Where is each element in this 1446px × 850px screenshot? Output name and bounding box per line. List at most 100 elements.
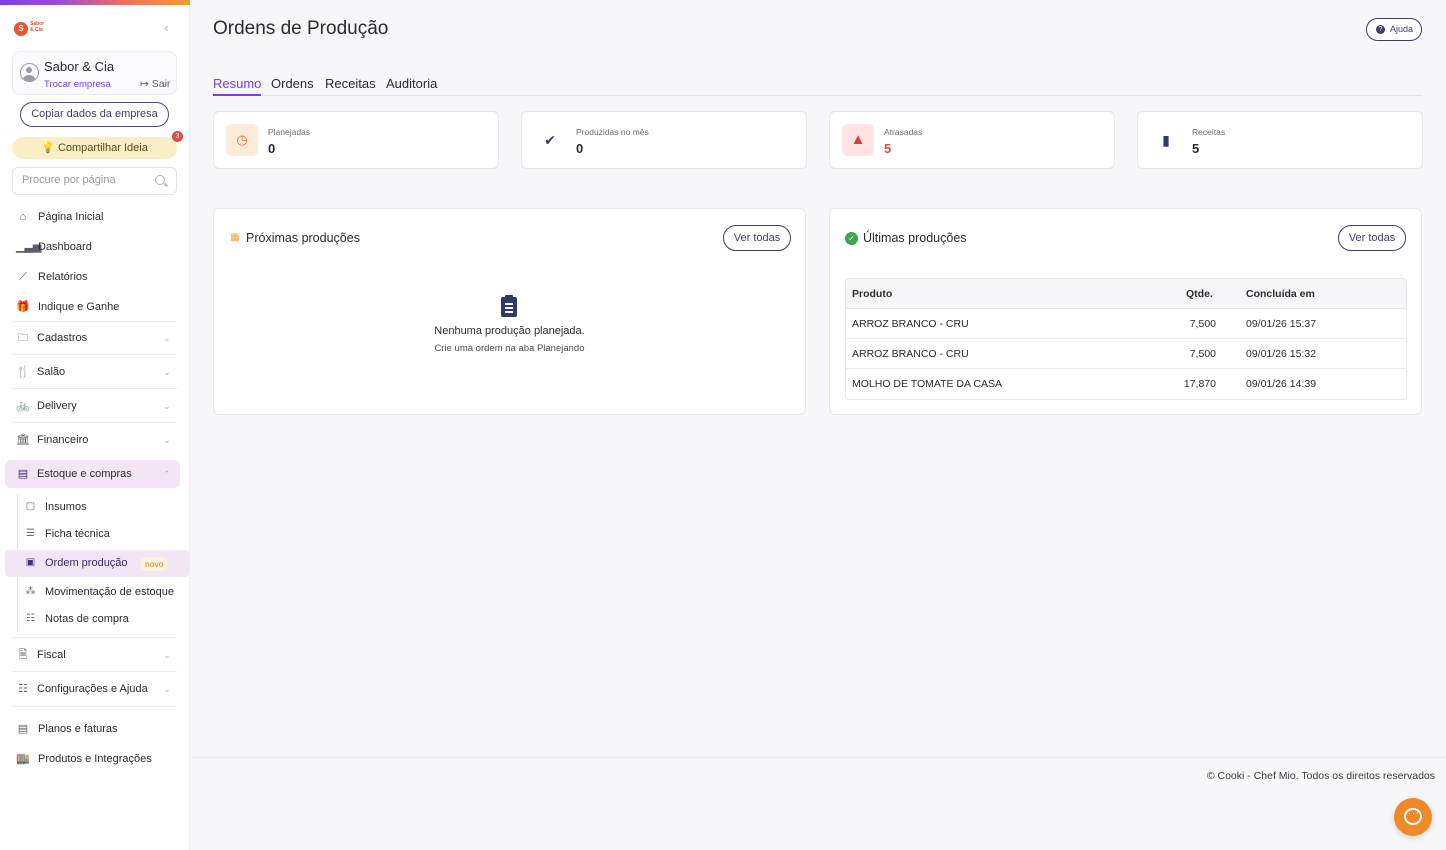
sidebar-item-products[interactable]: 🏬 Produtos e Integrações — [16, 748, 176, 770]
sidebar-item-stock[interactable]: ▤ Estoque e compras ⌃ — [16, 463, 176, 485]
warning-icon: ▲ — [842, 124, 874, 156]
logout-icon: ↦ — [140, 78, 149, 90]
book-icon: ▮ — [1150, 124, 1182, 156]
cell-qty: 7,500 — [1189, 348, 1216, 360]
stat-label: Atrasadas — [884, 127, 923, 137]
bank-icon: 🏛 — [16, 434, 30, 446]
company-logo-text: Sabor & Cia — [30, 21, 45, 33]
tab-receitas[interactable]: Receitas — [325, 76, 376, 91]
stat-label: Produzidas no mês — [576, 127, 649, 137]
chat-bubble-icon — [1404, 808, 1422, 825]
cell-date: 09/01/26 15:37 — [1246, 318, 1317, 330]
column-header-qty[interactable]: Qtde. — [1186, 288, 1236, 300]
chevron-down-icon: ⌄ — [163, 684, 171, 694]
company-card: Sabor & Cia Trocar empresa ↦ Sair — [12, 51, 177, 95]
stat-card-recipes: ▮ Receitas 5 — [1137, 111, 1423, 169]
view-all-button[interactable]: Ver todas — [1338, 225, 1406, 251]
clipboard-list-icon: ▣ — [25, 557, 36, 568]
sidebar-item-plans[interactable]: ▤ Planos e faturas — [16, 718, 176, 740]
table-row[interactable]: ARROZ BRANCO - CRU 7,500 09/01/26 15:32 — [846, 339, 1406, 369]
chevron-down-icon: ⌄ — [163, 333, 171, 343]
new-badge: novo — [140, 557, 169, 571]
sidebar-item-registers[interactable]: 🗀 Cadastros ⌄ — [16, 327, 176, 349]
sidebar-item-label: Produtos e Integrações — [38, 753, 152, 765]
utensils-icon: 🍴 — [16, 366, 30, 378]
page-title: Ordens de Produção — [213, 18, 389, 39]
sidebar: S Sabor & Cia ‹ Sabor & Cia Trocar empre… — [0, 0, 190, 850]
panel-title: Próximas produções — [246, 231, 360, 245]
footer-divider — [190, 757, 1446, 758]
logout-label: Sair — [151, 78, 171, 90]
sidebar-item-financial[interactable]: 🏛 Financeiro ⌄ — [16, 429, 176, 451]
stat-value: 5 — [884, 141, 892, 156]
sidebar-item-label: Planos e faturas — [38, 723, 118, 735]
switch-company-link[interactable]: Trocar empresa — [44, 79, 111, 90]
folder-icon: 🗀 — [17, 332, 29, 344]
collapse-sidebar-icon[interactable]: ‹ — [164, 20, 168, 35]
submenu-item-stock-movement[interactable]: ⁂ Movimentação de estoque — [24, 582, 186, 602]
stat-label: Planejadas — [268, 127, 311, 137]
panel-title: Últimas produções — [863, 231, 967, 245]
calendar-icon: ▦ — [230, 232, 240, 243]
cell-qty: 7,500 — [1189, 318, 1216, 330]
view-all-button[interactable]: Ver todas — [723, 225, 791, 251]
clipboard-list-icon — [501, 295, 517, 317]
empty-state-hint: Crie uma ordem na aba Planejando — [434, 343, 585, 354]
page-search-input[interactable] — [22, 174, 147, 186]
table-row[interactable]: MOLHO DE TOMATE DA CASA 17,870 09/01/26 … — [846, 369, 1406, 399]
cell-product: ARROZ BRANCO - CRU — [852, 348, 969, 360]
sidebar-item-delivery[interactable]: 🚲 Delivery ⌄ — [16, 395, 176, 417]
share-idea-badge: 3 — [172, 131, 183, 142]
sidebar-item-salon[interactable]: 🍴 Salão ⌄ — [16, 361, 176, 383]
search-icon[interactable] — [155, 175, 165, 185]
submenu-item-datasheet[interactable]: ☰ Ficha técnica — [24, 524, 186, 544]
share-idea-label: Compartilhar Ideia — [57, 142, 148, 154]
stat-value: 0 — [576, 141, 584, 156]
chevron-down-icon: ⌄ — [163, 401, 171, 411]
sidebar-item-label: Dashboard — [38, 241, 92, 253]
submenu-item-inputs[interactable]: ▢ Insumos — [24, 497, 186, 517]
sidebar-item-reports[interactable]: ⟋ Relatórios — [16, 266, 176, 288]
lightbulb-icon: 💡 — [41, 142, 55, 154]
check-circle-icon: ✔ — [534, 124, 566, 156]
table-row[interactable]: ARROZ BRANCO - CRU 7,500 09/01/26 15:37 — [846, 309, 1406, 339]
sidebar-item-refer[interactable]: 🎁 Indique e Ganhe — [16, 296, 176, 318]
submenu-item-label: Ordem produção — [45, 557, 128, 569]
sidebar-item-settings[interactable]: ☷ Configurações e Ajuda ⌄ — [16, 678, 176, 700]
receipt-icon: 🗎 — [18, 649, 28, 661]
company-name: Sabor & Cia — [44, 59, 115, 74]
cell-product: MOLHO DE TOMATE DA CASA — [852, 378, 1002, 390]
copy-company-data-button[interactable]: Copiar dados da empresa — [20, 102, 169, 127]
tab-auditoria[interactable]: Auditoria — [386, 76, 437, 91]
submenu-item-label: Ficha técnica — [45, 528, 110, 540]
bar-chart-icon: ▁▃▅ — [16, 241, 42, 253]
share-idea-button[interactable]: 💡 Compartilhar Ideia — [12, 137, 177, 159]
help-button[interactable]: ? Ajuda — [1366, 18, 1422, 41]
clipboard-icon: ▢ — [25, 501, 36, 512]
table-header: Produto Qtde. Concluída em — [846, 279, 1406, 309]
submenu-item-purchase-invoices[interactable]: ☷ Notas de compra — [24, 609, 186, 629]
sidebar-item-dashboard[interactable]: ▁▃▅ Dashboard — [16, 236, 176, 258]
chevron-down-icon: ⌄ — [163, 367, 171, 377]
chat-button[interactable] — [1394, 798, 1432, 836]
logout-link[interactable]: ↦ Sair — [140, 78, 170, 90]
divider — [12, 354, 177, 355]
submenu-item-label: Notas de compra — [45, 613, 129, 625]
column-header-completed[interactable]: Concluída em — [1246, 288, 1315, 300]
divider — [12, 671, 177, 672]
cell-date: 09/01/26 15:32 — [1246, 348, 1317, 360]
cell-date: 09/01/26 14:39 — [1246, 378, 1317, 390]
brand-gradient-bar — [0, 0, 190, 5]
question-icon: ? — [1376, 25, 1385, 34]
tab-ordens[interactable]: Ordens — [271, 76, 314, 91]
sidebar-item-fiscal[interactable]: 🗎 Fiscal ⌄ — [16, 644, 176, 666]
sidebar-item-label: Salão — [37, 366, 66, 378]
sidebar-item-label: Cadastros — [37, 332, 88, 344]
tab-resumo[interactable]: Resumo — [213, 76, 262, 96]
company-logo[interactable]: S — [14, 22, 28, 36]
submenu-item-label: Movimentação de estoque — [45, 586, 175, 598]
divider — [12, 422, 177, 423]
sidebar-item-home[interactable]: ⌂ Página Inicial — [16, 206, 176, 228]
column-header-product[interactable]: Produto — [852, 288, 892, 300]
sidebar-item-label: Delivery — [37, 400, 77, 412]
